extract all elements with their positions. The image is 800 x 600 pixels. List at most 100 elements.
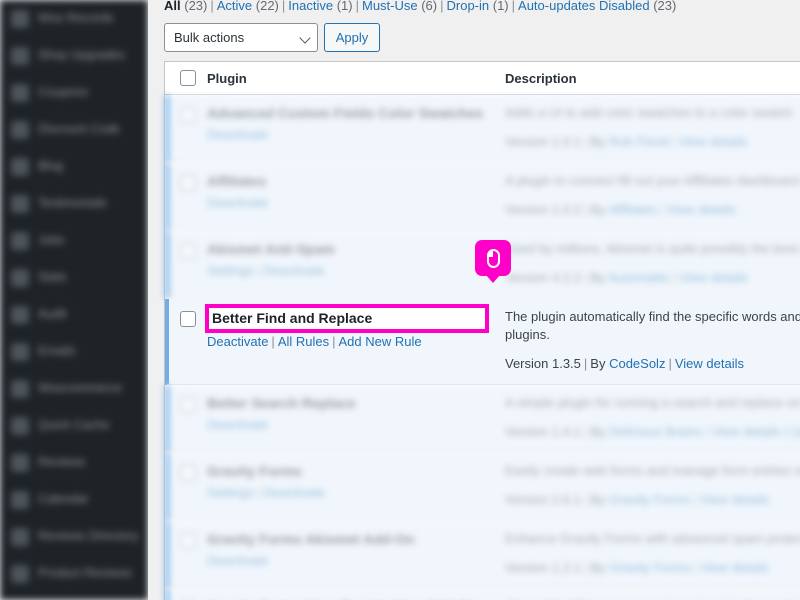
- plugin-row-actions[interactable]: Deactivate: [207, 125, 497, 144]
- filter-link-auto-updates-disabled[interactable]: Auto-updates Disabled (23): [518, 0, 676, 13]
- plugin-author-link[interactable]: Gravity Forms: [609, 492, 691, 507]
- plugin-version: Version 1.3.5: [505, 356, 581, 371]
- sidebar-item-3[interactable]: Discount Code: [0, 111, 148, 148]
- sidebar-item-5[interactable]: Testimonials: [0, 185, 148, 222]
- plugin-author-link[interactable]: Delicious Brains: [609, 424, 702, 439]
- sidebar-item-label: Coupons: [38, 85, 89, 99]
- sidebar-item-12[interactable]: Reviews: [0, 444, 148, 481]
- sidebar-item-label: Quick Cache: [38, 418, 110, 432]
- admin-sidebar[interactable]: Woo Records Shop Upgrades Coupons Discount …: [0, 0, 148, 600]
- row-checkbox[interactable]: [180, 465, 196, 481]
- plugin-author-link[interactable]: Rob Flood: [609, 134, 669, 149]
- row-action-settings[interactable]: Settings: [207, 485, 254, 500]
- plugin-row-actions[interactable]: Deactivate: [207, 193, 497, 212]
- table-row[interactable]: Gravity Forms User Registration Add-OnSe…: [165, 589, 800, 600]
- row-action-all-rules[interactable]: All Rules: [278, 334, 329, 349]
- row-checkbox-cell[interactable]: [169, 462, 207, 509]
- sidebar-item-6[interactable]: Jobs: [0, 222, 148, 259]
- plugin-row-actions[interactable]: Deactivate: [207, 415, 497, 434]
- bulk-actions-select-wrapper[interactable]: Bulk actionsActivateDeactivateUpdateDele…: [164, 23, 318, 52]
- view-details-link[interactable]: View details: [675, 356, 744, 371]
- meta-separator: |: [693, 492, 698, 507]
- filter-count: (1): [336, 0, 353, 13]
- plugin-row-actions[interactable]: Settings | Deactivate: [207, 261, 497, 280]
- row-checkbox[interactable]: [180, 533, 196, 549]
- row-checkbox[interactable]: [180, 397, 196, 413]
- sidebar-item-2[interactable]: Coupons: [0, 74, 148, 111]
- sidebar-item-label: Product Reviews: [38, 566, 132, 580]
- view-details-link[interactable]: View details | Upgrade: [712, 424, 800, 439]
- sidebar-item-9[interactable]: Emails: [0, 333, 148, 370]
- plugin-row-actions[interactable]: Deactivate | All Rules | Add New Rule: [207, 332, 497, 351]
- plugin-author-link[interactable]: Automattic: [608, 270, 669, 285]
- view-details-link[interactable]: View details: [700, 492, 769, 507]
- filter-link-drop-in[interactable]: Drop-in (1): [447, 0, 509, 13]
- sidebar-item-14[interactable]: Reviews Directory: [0, 518, 148, 555]
- view-details-link[interactable]: View details: [679, 270, 748, 285]
- sidebar-item-15[interactable]: Product Reviews: [0, 555, 148, 592]
- view-details-link[interactable]: View details: [700, 560, 769, 575]
- plugin-author-link[interactable]: Gravity Forms: [609, 560, 691, 575]
- row-action-deactivate[interactable]: Deactivate: [207, 127, 268, 142]
- row-checkbox[interactable]: [180, 175, 196, 191]
- table-row[interactable]: Gravity Forms Akismet Add-On Deactivate En…: [165, 521, 800, 589]
- row-checkbox-cell[interactable]: [169, 240, 207, 287]
- row-checkbox[interactable]: [180, 311, 196, 327]
- filter-link-inactive[interactable]: Inactive (1): [288, 0, 352, 13]
- plugin-author-link[interactable]: Affiliates: [608, 202, 657, 217]
- plugin-row-actions[interactable]: Settings | Deactivate: [207, 483, 497, 502]
- row-action-deactivate[interactable]: Deactivate: [207, 195, 268, 210]
- row-checkbox-cell[interactable]: [169, 308, 207, 373]
- sidebar-item-16[interactable]: Compare Reviews: [0, 592, 148, 600]
- plugin-author-label: By: [590, 424, 610, 439]
- view-details-link[interactable]: View details: [678, 134, 747, 149]
- view-details-link[interactable]: View details: [667, 202, 736, 217]
- plugin-status-filters[interactable]: All (23) | Active (22) | Inactive (1) | Must-U…: [148, 0, 800, 14]
- row-checkbox-cell[interactable]: [169, 394, 207, 441]
- row-checkbox[interactable]: [180, 107, 196, 123]
- plugin-name: Advanced Custom Fields Color Swatches: [207, 105, 484, 121]
- sidebar-item-7[interactable]: Stats: [0, 259, 148, 296]
- table-row[interactable]: Better Find and Replace Deactivate | All Ru…: [165, 299, 800, 385]
- plugin-name-highlight-box: Better Find and Replace: [205, 304, 489, 333]
- plugin-author-link[interactable]: CodeSolz: [609, 356, 665, 371]
- table-row[interactable]: Advanced Custom Fields Color Swatches Dea…: [165, 95, 800, 163]
- sidebar-item-label: Calendar: [38, 492, 89, 506]
- filter-count: (1): [492, 0, 509, 13]
- apply-button[interactable]: Apply: [324, 23, 380, 52]
- plugin-name: Akismet Anti-Spam: [207, 241, 335, 257]
- table-row[interactable]: Gravity Forms Settings | Deactivate Easily c…: [165, 453, 800, 521]
- sidebar-item-11[interactable]: Quick Cache: [0, 407, 148, 444]
- select-all-checkbox-cell[interactable]: [165, 70, 207, 86]
- row-checkbox-cell[interactable]: [169, 172, 207, 219]
- row-checkbox[interactable]: [180, 243, 196, 259]
- select-all-checkbox[interactable]: [180, 70, 196, 86]
- bulk-actions-select[interactable]: Bulk actionsActivateDeactivateUpdateDele…: [164, 23, 318, 52]
- plugin-row-actions[interactable]: Deactivate: [207, 551, 497, 570]
- row-checkbox-cell[interactable]: [169, 530, 207, 577]
- table-row[interactable]: Affiliates Deactivate A plugin to connect …: [165, 163, 800, 231]
- row-action-deactivate[interactable]: Deactivate: [207, 417, 268, 432]
- row-action-deactivate[interactable]: Deactivate: [207, 334, 268, 349]
- row-action-deactivate[interactable]: Deactivate: [263, 485, 324, 500]
- plugin-name: Affiliates: [207, 173, 267, 189]
- row-action-add-new-rule[interactable]: Add New Rule: [339, 334, 422, 349]
- table-row[interactable]: Better Search Replace Deactivate A simple …: [165, 385, 800, 453]
- sidebar-item-label: Woocommerce: [38, 381, 122, 395]
- sidebar-item-4[interactable]: Blog: [0, 148, 148, 185]
- row-action-settings[interactable]: Settings: [207, 263, 254, 278]
- row-action-deactivate[interactable]: Deactivate: [263, 263, 324, 278]
- link-separator: |: [256, 263, 261, 278]
- sidebar-item-0[interactable]: Woo Records: [0, 0, 148, 37]
- sidebar-item-13[interactable]: Calendar: [0, 481, 148, 518]
- sidebar-item-1[interactable]: Shop Upgrades: [0, 37, 148, 74]
- sidebar-item-10[interactable]: Woocommerce: [0, 370, 148, 407]
- plugin-description-cell: Used by millions, Akismet is quite possi…: [505, 240, 800, 287]
- filter-link-all[interactable]: All (23): [164, 0, 207, 13]
- row-action-deactivate[interactable]: Deactivate: [207, 553, 268, 568]
- sidebar-item-8[interactable]: Audit: [0, 296, 148, 333]
- sidebar-item-label: Jobs: [38, 233, 65, 247]
- filter-link-must-use[interactable]: Must-Use (6): [362, 0, 437, 13]
- filter-link-active[interactable]: Active (22): [217, 0, 279, 13]
- row-checkbox-cell[interactable]: [169, 104, 207, 151]
